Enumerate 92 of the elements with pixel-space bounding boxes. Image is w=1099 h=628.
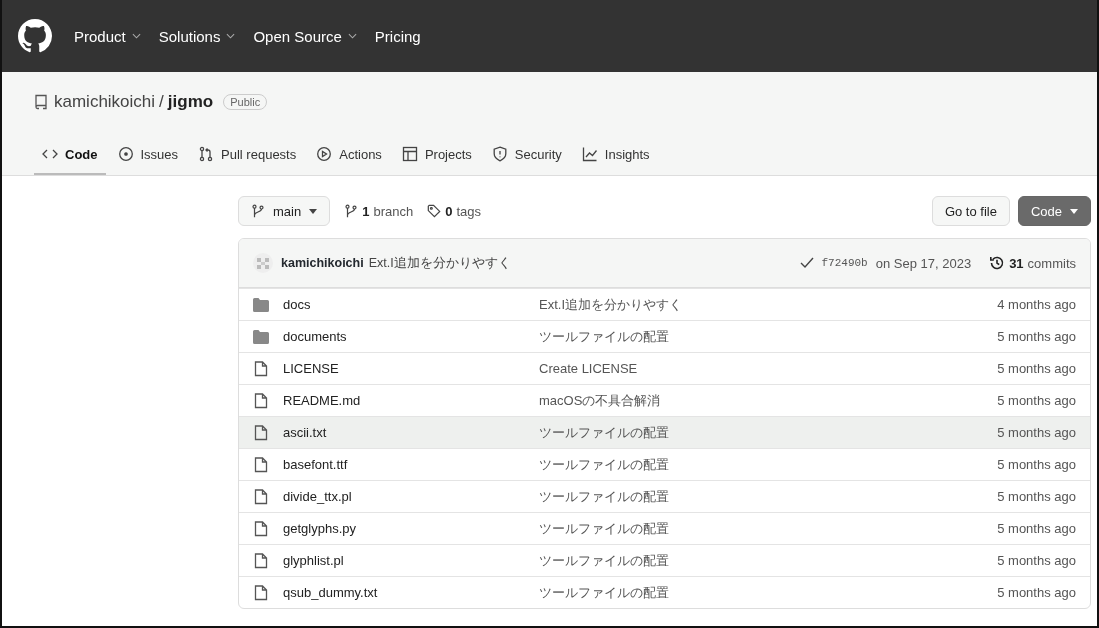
file-icon [253, 360, 269, 377]
file-row[interactable]: documents ツールファイルの配置 5 months ago [239, 320, 1090, 352]
play-circle-icon [316, 146, 333, 162]
file-name-link[interactable]: glyphlist.pl [283, 553, 539, 568]
commit-author-link[interactable]: kamichikoichi [281, 256, 364, 270]
commit-message-link[interactable]: ツールファイルの配置 [539, 487, 998, 506]
commit-message-link[interactable]: ツールファイルの配置 [539, 583, 998, 602]
commit-age: 5 months ago [997, 393, 1076, 408]
nav-menu-item[interactable]: Product [72, 27, 143, 45]
commit-age: 5 months ago [997, 329, 1076, 344]
folder-icon [253, 297, 269, 312]
file-name-link[interactable]: docs [283, 297, 539, 312]
code-button[interactable]: Code [1017, 196, 1091, 226]
repository-tab[interactable]: Security [483, 138, 570, 175]
file-icon [253, 424, 269, 441]
file-row[interactable]: LICENSE Create LICENSE 5 months ago [239, 352, 1090, 384]
commit-message-link[interactable]: Ext.I追加を分かりやすく [539, 295, 998, 314]
commit-message-link[interactable]: macOSの不具合解消 [539, 391, 998, 410]
commit-date: on Sep 17, 2023 [875, 255, 972, 271]
pull-request-icon [198, 146, 215, 162]
branch-selector-button[interactable]: main [238, 196, 331, 226]
commit-age: 5 months ago [997, 457, 1076, 472]
nav-menu-item[interactable]: Solutions [156, 27, 238, 45]
commit-message-link[interactable]: ツールファイルの配置 [539, 455, 998, 474]
file-name-link[interactable]: README.md [283, 393, 539, 408]
commit-message-link[interactable]: ツールファイルの配置 [539, 423, 998, 442]
caret-icon [1070, 208, 1078, 214]
commit-age: 5 months ago [997, 361, 1076, 376]
avatar-icon [253, 253, 273, 273]
file-row[interactable]: divide_ttx.pl ツールファイルの配置 5 months ago [239, 480, 1090, 512]
repository-tab[interactable]: Issues [109, 138, 187, 175]
chevron-down-icon [131, 33, 141, 39]
file-icon [253, 392, 269, 409]
file-row[interactable]: getglyphs.py ツールファイルの配置 5 months ago [239, 512, 1090, 544]
commit-message-link[interactable]: Create LICENSE [539, 361, 998, 376]
file-name-link[interactable]: getglyphs.py [283, 521, 539, 536]
repository-tab[interactable]: Pull requests [190, 138, 305, 175]
repository-tab[interactable]: Projects [393, 138, 480, 175]
shield-icon [491, 146, 508, 162]
go-to-file-button[interactable]: Go to file [931, 196, 1010, 226]
tag-icon [427, 204, 442, 218]
file-row[interactable]: glyphlist.pl ツールファイルの配置 5 months ago [239, 544, 1090, 576]
commit-age: 5 months ago [997, 489, 1076, 504]
folder-icon [253, 329, 269, 344]
file-icon [253, 456, 269, 473]
commit-age: 5 months ago [997, 585, 1076, 600]
tags-link[interactable]: 0 tags [427, 203, 481, 219]
repository-tab[interactable]: Code [34, 138, 106, 175]
commit-age: 5 months ago [997, 521, 1076, 536]
history-icon [989, 255, 1006, 271]
repository-tab[interactable]: Insights [573, 138, 658, 175]
nav-menu-item[interactable]: Pricing [372, 27, 423, 45]
commits-link[interactable]: 31 commits [989, 255, 1076, 271]
check-icon [799, 257, 814, 269]
file-icon [253, 520, 269, 537]
commit-age: 4 months ago [997, 297, 1076, 312]
file-name-link[interactable]: LICENSE [283, 361, 539, 376]
branches-link[interactable]: 1 branch [344, 203, 414, 219]
file-name-link[interactable]: qsub_dummy.txt [283, 585, 539, 600]
commit-hash-link[interactable]: f72490b [821, 257, 868, 269]
file-icon [253, 488, 269, 505]
repository-icon [34, 94, 48, 110]
file-name-link[interactable]: basefont.ttf [283, 457, 539, 472]
commit-message-link[interactable]: ツールファイルの配置 [539, 327, 998, 346]
file-row[interactable]: docs Ext.I追加を分かりやすく 4 months ago [239, 288, 1090, 320]
file-row[interactable]: basefont.ttf ツールファイルの配置 5 months ago [239, 448, 1090, 480]
file-name-link[interactable]: divide_ttx.pl [283, 489, 539, 504]
file-row[interactable]: ascii.txt ツールファイルの配置 5 months ago [239, 416, 1090, 448]
file-icon [253, 584, 269, 601]
branch-icon [344, 204, 359, 218]
chevron-down-icon [226, 33, 236, 39]
issue-circle-icon [117, 146, 134, 162]
file-name-link[interactable]: documents [283, 329, 539, 344]
commit-age: 5 months ago [997, 553, 1076, 568]
commit-age: 5 months ago [997, 425, 1076, 440]
owner-link[interactable]: kamichikoichi [54, 92, 156, 112]
file-name-link[interactable]: ascii.txt [283, 425, 539, 440]
chevron-down-icon [347, 33, 357, 39]
nav-menu-item[interactable]: Open Source [251, 27, 359, 45]
caret-icon [309, 208, 318, 214]
commit-message-link[interactable]: ツールファイルの配置 [539, 519, 998, 538]
path-separator: / [159, 92, 164, 112]
repository-name-link[interactable]: jigmo [167, 92, 214, 112]
logo-icon[interactable] [18, 19, 52, 53]
file-row[interactable]: qsub_dummy.txt ツールファイルの配置 5 months ago [239, 576, 1090, 608]
file-icon [253, 552, 269, 569]
graph-icon [581, 146, 598, 162]
repository-tab[interactable]: Actions [308, 138, 390, 175]
table-icon [401, 146, 418, 162]
branch-icon [251, 204, 265, 218]
commit-message-link[interactable]: ツールファイルの配置 [539, 551, 998, 570]
commit-message-link[interactable]: Ext.I追加を分かりやすく [368, 254, 511, 272]
